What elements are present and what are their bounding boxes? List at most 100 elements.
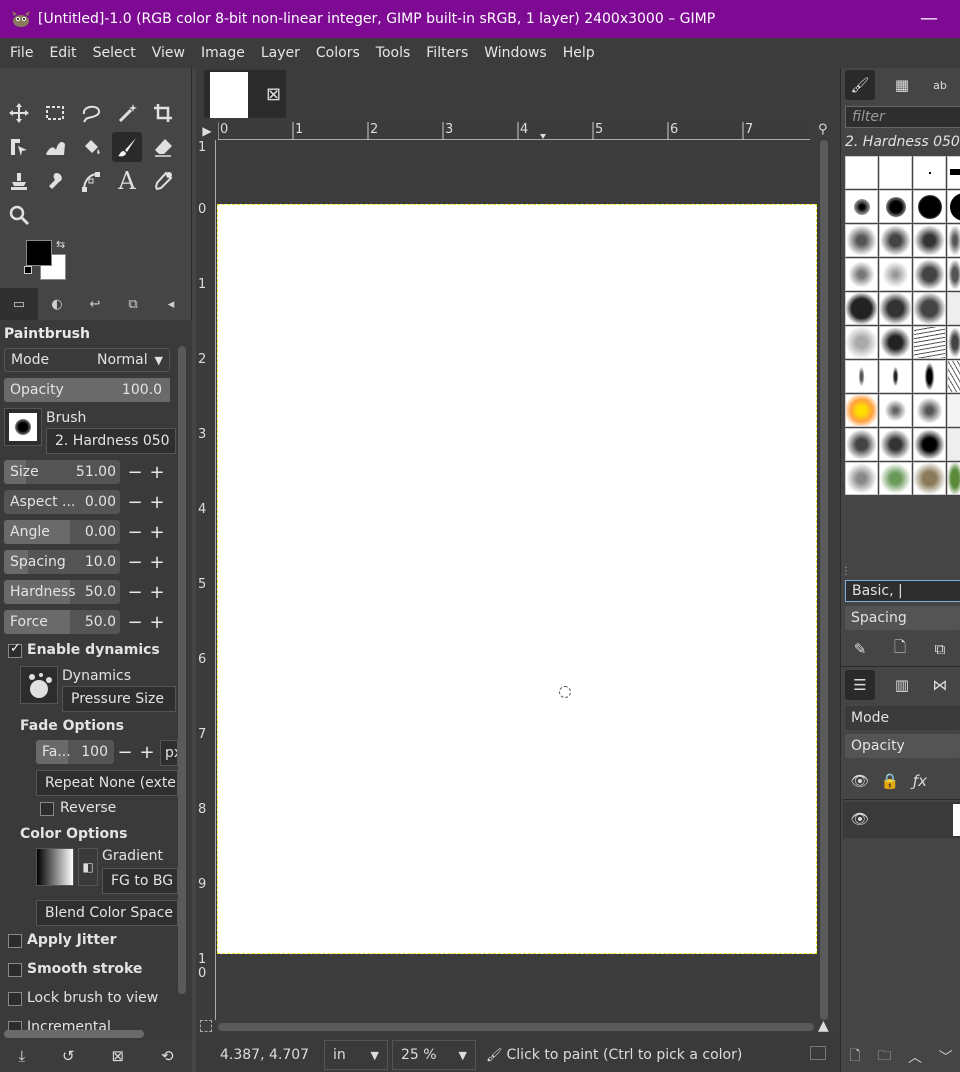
channels-tab-icon[interactable]: ▥ <box>887 670 917 700</box>
aspect-increase-button[interactable]: + <box>148 490 166 514</box>
aspect-decrease-button[interactable]: − <box>126 490 144 514</box>
brush-cell[interactable] <box>879 258 912 291</box>
brush-cell[interactable] <box>879 462 912 495</box>
quick-mask-menu-icon[interactable]: ▶ <box>198 122 216 140</box>
brush-cell[interactable] <box>913 462 946 495</box>
brush-cell[interactable] <box>879 360 912 393</box>
brush-cell[interactable] <box>947 156 960 189</box>
paths-icon[interactable] <box>76 166 106 196</box>
tool-options-hscrollbar[interactable] <box>4 1030 144 1038</box>
brush-cell[interactable] <box>845 360 878 393</box>
close-image-icon[interactable]: ⊠ <box>266 84 281 105</box>
canvas-vertical-scrollbar[interactable] <box>820 140 828 1020</box>
brush-cell[interactable] <box>845 462 878 495</box>
undo-history-tab-icon[interactable]: ↩ <box>76 288 114 320</box>
raise-layer-icon[interactable]: ︿ <box>908 1047 922 1067</box>
brush-cell[interactable] <box>947 258 960 291</box>
tab-menu-icon[interactable]: ◂ <box>152 288 190 320</box>
force-increase-button[interactable]: + <box>148 610 166 634</box>
angle-increase-button[interactable]: + <box>148 520 166 544</box>
apply-jitter-checkbox[interactable] <box>8 934 22 948</box>
brushes-tab-icon[interactable]: 🖌 <box>845 70 875 100</box>
minimize-button[interactable]: — <box>920 8 938 29</box>
mode-dropdown[interactable]: Mode Normal ▼ <box>4 348 170 372</box>
eye-icon[interactable]: 👁 <box>845 766 875 796</box>
brush-cell[interactable] <box>845 224 878 257</box>
edit-brush-icon[interactable]: ✎ <box>845 634 875 664</box>
blend-color-space-dropdown[interactable]: Blend Color Space P... <box>36 900 178 926</box>
menu-filters[interactable]: Filters <box>418 45 476 61</box>
tool-options-scrollbar[interactable] <box>178 346 186 994</box>
reverse-gradient-icon[interactable]: ◧ <box>78 848 98 886</box>
lower-layer-icon[interactable]: ﹀ <box>939 1047 953 1067</box>
duplicate-brush-icon[interactable]: ⧉ <box>925 634 955 664</box>
layer-visibility-icon[interactable]: 👁 <box>845 804 875 834</box>
clone-icon[interactable] <box>4 166 34 196</box>
hardness-slider[interactable]: Hardness 50.0 <box>4 580 120 604</box>
navigation-preview-icon[interactable] <box>810 1046 826 1060</box>
lock-brush-checkbox[interactable] <box>8 992 22 1006</box>
brush-cell[interactable] <box>947 462 960 495</box>
lock-icon[interactable]: 🔒 <box>875 766 905 796</box>
image-tab[interactable]: ⊠ <box>204 70 286 118</box>
images-tab-icon[interactable]: ⧉ <box>114 288 152 320</box>
transform-icon[interactable] <box>4 132 34 162</box>
navigate-icon[interactable]: ▲ <box>818 1018 829 1034</box>
enable-dynamics-checkbox[interactable] <box>8 641 22 658</box>
bucket-fill-icon[interactable] <box>76 132 106 162</box>
menu-layer[interactable]: Layer <box>253 45 308 61</box>
brush-cell[interactable] <box>913 360 946 393</box>
restore-options-icon[interactable]: ↺ <box>62 1047 75 1065</box>
menu-tools[interactable]: Tools <box>368 45 419 61</box>
brush-spacing-slider[interactable]: Spacing <box>845 606 960 630</box>
zoom-icon[interactable] <box>4 200 34 230</box>
brush-filter-input[interactable]: filter <box>845 106 960 128</box>
gradient-name-field[interactable]: FG to BG <box>102 868 178 894</box>
menu-file[interactable]: File <box>2 45 41 61</box>
layer-item[interactable]: 👁 <box>843 802 960 838</box>
brush-name-field[interactable]: 2. Hardness 050 <box>46 428 176 454</box>
fonts-tab-icon[interactable]: ab <box>925 70 955 100</box>
vertical-ruler[interactable]: 1 0 1 2 3 4 5 6 7 8 9 1 0 <box>196 140 216 1020</box>
size-increase-button[interactable]: + <box>148 460 166 484</box>
smudge-icon[interactable] <box>40 166 70 196</box>
delete-options-icon[interactable]: ⊠ <box>111 1047 124 1065</box>
brush-cell[interactable] <box>845 292 878 325</box>
brush-preview[interactable] <box>4 408 42 446</box>
angle-decrease-button[interactable]: − <box>126 520 144 544</box>
brush-tags-input[interactable]: Basic, | <box>845 580 960 602</box>
menu-image[interactable]: Image <box>193 45 253 61</box>
dynamics-preview[interactable] <box>20 666 58 704</box>
menu-select[interactable]: Select <box>85 45 144 61</box>
brush-cell[interactable] <box>845 156 878 189</box>
device-status-tab-icon[interactable]: ◐ <box>38 288 76 320</box>
brush-cell[interactable] <box>947 190 960 223</box>
brush-cell[interactable] <box>947 394 960 427</box>
brush-cell[interactable] <box>913 326 946 359</box>
warp-icon[interactable] <box>40 132 70 162</box>
brush-cell[interactable] <box>947 428 960 461</box>
fade-decrease-button[interactable]: − <box>116 740 134 764</box>
brush-cell[interactable] <box>947 224 960 257</box>
brush-cell[interactable] <box>913 428 946 461</box>
angle-slider[interactable]: Angle 0.00 <box>4 520 120 544</box>
fade-increase-button[interactable]: + <box>138 740 156 764</box>
brush-cell[interactable] <box>913 292 946 325</box>
fuzzy-select-icon[interactable] <box>112 98 142 128</box>
rect-select-icon[interactable] <box>40 98 70 128</box>
text-icon[interactable]: A <box>112 166 142 196</box>
brush-cell[interactable] <box>845 394 878 427</box>
unit-dropdown[interactable]: in ▼ <box>324 1040 388 1070</box>
opacity-slider[interactable]: Opacity 100.0 <box>4 378 170 402</box>
canvas-horizontal-scrollbar[interactable] <box>218 1023 814 1031</box>
force-slider[interactable]: Force 50.0 <box>4 610 120 634</box>
menu-help[interactable]: Help <box>555 45 603 61</box>
smooth-stroke-checkbox[interactable] <box>8 963 22 977</box>
spacing-increase-button[interactable]: + <box>148 550 166 574</box>
default-colors-icon[interactable] <box>24 266 32 274</box>
force-decrease-button[interactable]: − <box>126 610 144 634</box>
zoom-toggle-icon[interactable]: ⚲ <box>818 122 832 140</box>
size-slider[interactable]: Size 51.00 <box>4 460 120 484</box>
brush-cell[interactable] <box>913 258 946 291</box>
crop-icon[interactable] <box>148 98 178 128</box>
